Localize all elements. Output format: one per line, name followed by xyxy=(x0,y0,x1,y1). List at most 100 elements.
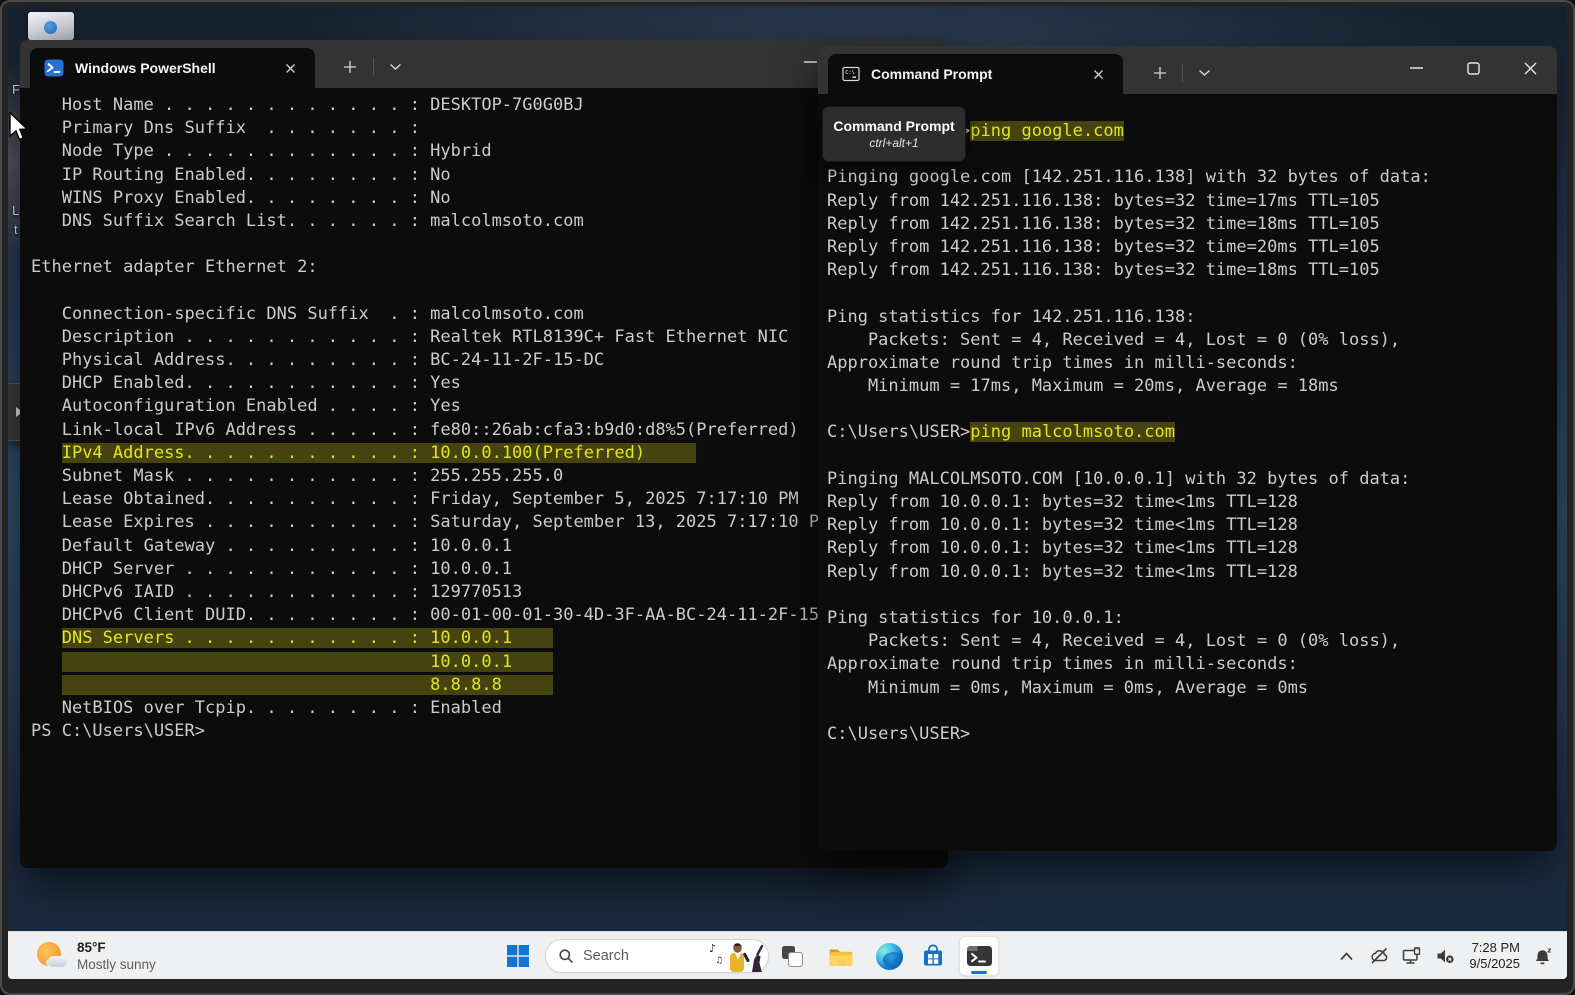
edge-icon xyxy=(876,943,903,970)
active-app-indicator xyxy=(971,971,987,974)
terminal-line: Reply from 142.251.116.138: bytes=32 tim… xyxy=(827,259,1557,282)
edge-browser-button[interactable] xyxy=(869,936,909,976)
terminal-line xyxy=(827,584,1557,607)
terminal-line: Node Type . . . . . . . . . . . . : Hybr… xyxy=(31,140,948,163)
minimize-icon xyxy=(1410,67,1423,69)
folder-icon xyxy=(828,944,854,968)
file-explorer-button[interactable] xyxy=(821,936,861,976)
svg-text:♫: ♫ xyxy=(715,956,723,966)
close-icon xyxy=(1093,69,1104,80)
terminal-line: 10.0.0.1 xyxy=(31,651,948,674)
terminal-line: Ping statistics for 142.251.116.138: xyxy=(827,306,1557,329)
weather-widget[interactable]: 85°F Mostly sunny xyxy=(30,936,162,976)
tab-title: Command Prompt xyxy=(871,66,1085,82)
terminal-line: Autoconfiguration Enabled . . . . : Yes xyxy=(31,395,948,418)
tab-dropdown-button[interactable] xyxy=(1189,59,1219,87)
tab-separator xyxy=(373,58,374,76)
terminal-line: Reply from 10.0.0.1: bytes=32 time<1ms T… xyxy=(827,537,1557,560)
terminal-line: Approximate round trip times in milli-se… xyxy=(827,653,1557,676)
terminal-line: Minimum = 17ms, Maximum = 20ms, Average … xyxy=(827,375,1557,398)
terminal-line: DNS Suffix Search List. . . . . . : malc… xyxy=(31,210,948,233)
screen-frame: F L t Windows PowerShell xyxy=(0,0,1575,995)
terminal-line: Subnet Mask . . . . . . . . . . . : 255.… xyxy=(31,465,948,488)
tab-dropdown-button[interactable] xyxy=(380,53,410,81)
close-icon xyxy=(1524,62,1537,75)
terminal-button-active[interactable] xyxy=(959,936,999,976)
terminal-line: Connection-specific DNS Suffix . : malco… xyxy=(31,303,948,326)
start-button[interactable] xyxy=(498,936,538,976)
new-tab-button[interactable] xyxy=(1145,59,1175,87)
terminal-line: Lease Obtained. . . . . . . . . . : Frid… xyxy=(31,488,948,511)
tab-windows-powershell[interactable]: Windows PowerShell xyxy=(30,48,315,88)
mouse-cursor xyxy=(8,112,30,147)
terminal-line: Pinging MALCOLMSOTO.COM [10.0.0.1] with … xyxy=(827,468,1557,491)
terminal-icon xyxy=(966,944,993,968)
terminal-line: Packets: Sent = 4, Received = 4, Lost = … xyxy=(827,329,1557,352)
notification-bell-button[interactable]: z xyxy=(1531,941,1557,971)
tab-close-button[interactable] xyxy=(1085,61,1111,87)
search-input[interactable]: Search ♪ ♫ xyxy=(545,939,769,973)
terminal-line: Link-local IPv6 Address . . . . . : fe80… xyxy=(31,419,948,442)
powershell-output[interactable]: Host Name . . . . . . . . . . . . : DESK… xyxy=(20,88,948,868)
maximize-icon xyxy=(1467,62,1480,75)
tray-volume-muted-button[interactable] xyxy=(1432,941,1458,971)
command-prompt-output[interactable]: C:\Users\USER>ping google.comPinging goo… xyxy=(818,94,1557,851)
powershell-window: Windows PowerShell xyxy=(20,40,948,868)
weather-condition: Mostly sunny xyxy=(77,956,156,973)
terminal-line: Primary Dns Suffix . . . . . . . : xyxy=(31,117,948,140)
tab-close-button[interactable] xyxy=(277,55,303,81)
minimize-button[interactable] xyxy=(1388,46,1444,90)
tab-title: Windows PowerShell xyxy=(75,60,277,76)
terminal-line xyxy=(827,398,1557,421)
system-tray: 7:28 PM 9/5/2025 z xyxy=(1333,932,1557,979)
close-button[interactable] xyxy=(1502,46,1557,90)
tray-chevron-up-button[interactable] xyxy=(1333,941,1359,971)
terminal-line: DHCP Server . . . . . . . . . . . : 10.0… xyxy=(31,558,948,581)
tab-command-prompt[interactable]: C:\ Command Prompt xyxy=(828,54,1123,94)
chevron-up-icon xyxy=(1339,951,1354,961)
clock-date: 9/5/2025 xyxy=(1469,956,1520,972)
weather-icon xyxy=(36,940,68,972)
microsoft-store-button[interactable] xyxy=(913,936,953,976)
command-prompt-titlebar[interactable]: C:\ Command Prompt xyxy=(818,46,1557,94)
tray-network-button[interactable] xyxy=(1399,941,1425,971)
svg-text:♪: ♪ xyxy=(709,942,716,955)
weather-temperature: 85°F xyxy=(77,939,156,956)
chevron-down-icon xyxy=(1198,69,1211,77)
powershell-titlebar[interactable]: Windows PowerShell xyxy=(20,40,948,88)
terminal-line: 8.8.8.8 xyxy=(31,674,948,697)
terminal-line: Physical Address. . . . . . . . . : BC-2… xyxy=(31,349,948,372)
svg-text:z: z xyxy=(1547,947,1551,955)
terminal-line: Approximate round trip times in milli-se… xyxy=(827,352,1557,375)
plus-icon xyxy=(343,60,357,74)
terminal-line xyxy=(827,700,1557,723)
terminal-line: WINS Proxy Enabled. . . . . . . . : No xyxy=(31,187,948,210)
command-prompt-icon: C:\ xyxy=(842,66,860,82)
terminal-line: Ethernet adapter Ethernet 2: xyxy=(31,256,948,279)
plus-icon xyxy=(1153,66,1167,80)
terminal-line: Minimum = 0ms, Maximum = 0ms, Average = … xyxy=(827,677,1557,700)
desktop-icon-logo xyxy=(44,21,57,34)
new-tab-button[interactable] xyxy=(335,53,365,81)
terminal-line: Lease Expires . . . . . . . . . . : Satu… xyxy=(31,511,948,534)
desktop-icon-label-fragment: t xyxy=(14,222,18,237)
terminal-line: Default Gateway . . . . . . . . . : 10.0… xyxy=(31,535,948,558)
task-view-button[interactable] xyxy=(772,936,812,976)
chevron-down-icon xyxy=(389,63,402,71)
terminal-line: IPv4 Address. . . . . . . . . . . : 10.0… xyxy=(31,442,948,465)
terminal-line: DNS Servers . . . . . . . . . . . : 10.0… xyxy=(31,627,948,650)
taskbar: 85°F Mostly sunny Search ♪ ♫ xyxy=(8,931,1567,979)
terminal-line xyxy=(827,282,1557,305)
desktop-icon-box[interactable] xyxy=(28,12,74,40)
terminal-line xyxy=(827,445,1557,468)
maximize-button[interactable] xyxy=(1445,46,1501,90)
clock-time: 7:28 PM xyxy=(1469,940,1520,956)
cloud-icon xyxy=(48,956,67,967)
cloud-slash-icon xyxy=(1370,948,1389,964)
svg-text:C:\: C:\ xyxy=(845,70,855,76)
terminal-line: Description . . . . . . . . . . . : Real… xyxy=(31,326,948,349)
taskbar-clock[interactable]: 7:28 PM 9/5/2025 xyxy=(1465,940,1524,972)
terminal-line: Host Name . . . . . . . . . . . . : DESK… xyxy=(31,94,948,117)
tray-onedrive-paused[interactable] xyxy=(1366,941,1392,971)
cursor-arrow-icon xyxy=(8,112,30,142)
